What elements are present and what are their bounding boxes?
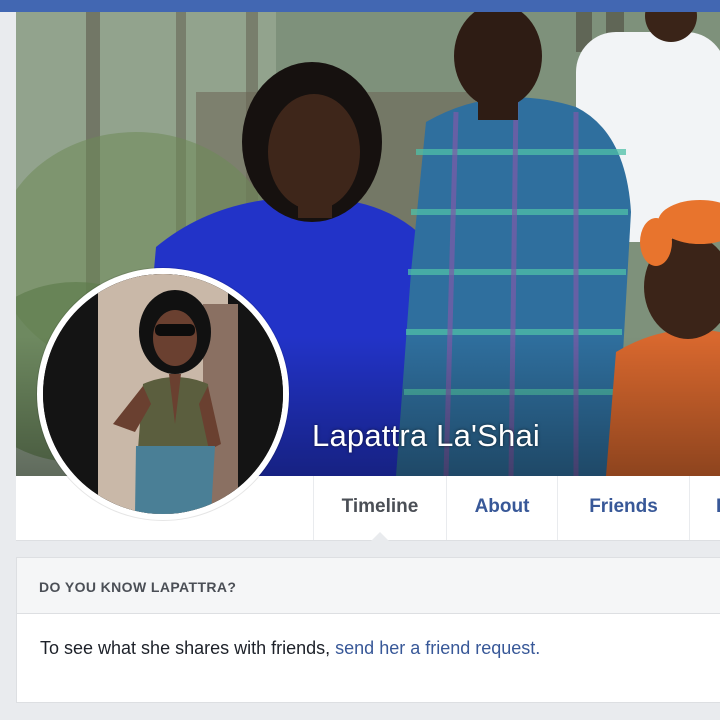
tab-timeline[interactable]: Timeline <box>313 476 446 541</box>
profile-picture-image <box>43 274 283 514</box>
facebook-top-bar <box>0 0 720 12</box>
profile-picture-illustration <box>43 274 283 514</box>
do-you-know-body: To see what she shares with friends, sen… <box>17 614 720 659</box>
tab-friends-label: Friends <box>589 496 658 517</box>
profile-picture[interactable] <box>37 268 289 520</box>
do-you-know-card: DO YOU KNOW LAPATTRA? To see what she sh… <box>16 557 720 703</box>
friend-request-prompt-text: To see what she shares with friends, <box>40 638 336 658</box>
tab-friends[interactable]: Friends <box>557 476 689 540</box>
tab-about[interactable]: About <box>446 476 557 540</box>
tab-more-label: I <box>716 496 720 517</box>
tab-timeline-label: Timeline <box>341 496 419 517</box>
active-tab-caret <box>371 532 389 541</box>
do-you-know-heading: DO YOU KNOW LAPATTRA? <box>17 558 720 614</box>
profile-name[interactable]: Lapattra La'Shai <box>312 418 540 454</box>
send-friend-request-link[interactable]: send her a friend request. <box>335 638 540 658</box>
tab-about-label: About <box>474 496 530 517</box>
tab-more[interactable]: I <box>689 476 720 540</box>
